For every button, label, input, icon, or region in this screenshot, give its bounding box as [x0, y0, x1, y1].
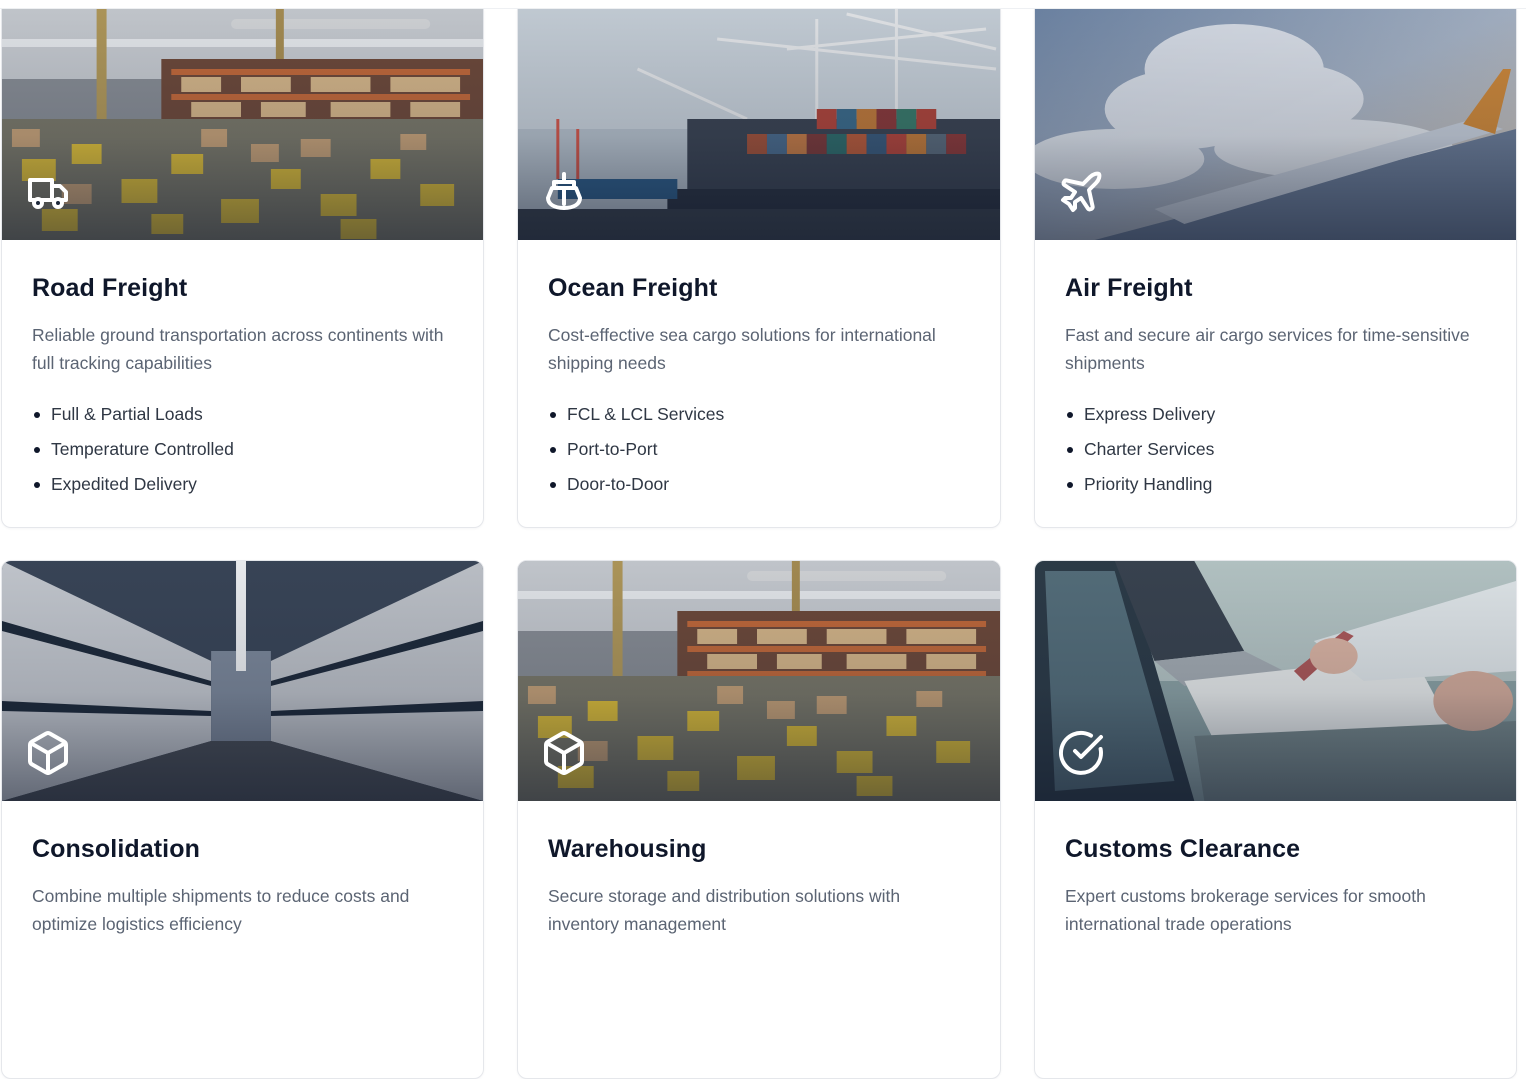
- service-title: Ocean Freight: [548, 274, 718, 302]
- image-overlay: [2, 561, 483, 801]
- service-title: Warehousing: [548, 835, 707, 863]
- service-card-air-freight[interactable]: Air Freight Fast and secure air cargo se…: [1034, 9, 1517, 528]
- bullet-icon: [34, 411, 40, 418]
- service-description: Secure storage and distribution solution…: [548, 886, 901, 934]
- image-overlay: [1035, 561, 1516, 801]
- ship-icon: [540, 168, 588, 216]
- service-feature-list: FCL & LCL Services Port-to-Port Door-to-…: [548, 397, 970, 502]
- feature-item: Expedited Delivery: [32, 467, 453, 502]
- feature-item: Priority Handling: [1065, 467, 1486, 502]
- service-card-consolidation[interactable]: Consolidation Combine multiple shipments…: [1, 560, 484, 1079]
- service-description: Fast and secure air cargo services for t…: [1065, 325, 1470, 373]
- service-card-warehousing[interactable]: Warehousing Secure storage and distribut…: [517, 560, 1001, 1079]
- image-overlay: [2, 9, 483, 240]
- service-description: Reliable ground transportation across co…: [32, 325, 444, 373]
- service-card-road-freight[interactable]: Road Freight Reliable ground transportat…: [1, 9, 484, 528]
- bullet-icon: [1067, 411, 1073, 418]
- bullet-icon: [34, 481, 40, 488]
- service-title: Air Freight: [1065, 274, 1193, 302]
- bullet-icon: [550, 411, 556, 418]
- feature-item: Full & Partial Loads: [32, 397, 453, 432]
- feature-label: Temperature Controlled: [51, 439, 234, 459]
- feature-item: Door-to-Door: [548, 467, 970, 502]
- service-description: Expert customs brokerage services for sm…: [1065, 886, 1426, 934]
- bullet-icon: [550, 446, 556, 453]
- image-overlay: [1035, 9, 1516, 240]
- feature-label: Priority Handling: [1084, 474, 1213, 494]
- service-card-ocean-freight[interactable]: Ocean Freight Cost-effective sea cargo s…: [517, 9, 1001, 528]
- image-overlay: [518, 9, 1000, 240]
- service-image-port: [518, 9, 1000, 240]
- feature-label: Port-to-Port: [567, 439, 658, 459]
- service-image-office: [1035, 561, 1516, 801]
- feature-label: Door-to-Door: [567, 474, 670, 494]
- plane-icon: [1057, 168, 1105, 216]
- feature-item: Temperature Controlled: [32, 432, 453, 467]
- feature-label: Charter Services: [1084, 439, 1215, 459]
- service-title: Customs Clearance: [1065, 835, 1301, 863]
- feature-item: Charter Services: [1065, 432, 1486, 467]
- bullet-icon: [550, 481, 556, 488]
- feature-label: Express Delivery: [1084, 404, 1216, 424]
- truck-icon: [24, 168, 72, 216]
- feature-label: FCL & LCL Services: [567, 404, 725, 424]
- service-description: Cost-effective sea cargo solutions for i…: [548, 325, 936, 373]
- services-grid: Road Freight Reliable ground transportat…: [1, 9, 1517, 1079]
- feature-label: Full & Partial Loads: [51, 404, 203, 424]
- service-title: Consolidation: [32, 835, 200, 863]
- bullet-icon: [34, 446, 40, 453]
- bullet-icon: [1067, 446, 1073, 453]
- service-description: Combine multiple shipments to reduce cos…: [32, 886, 410, 934]
- service-image-warehouse: [2, 9, 483, 240]
- bullet-icon: [1067, 481, 1073, 488]
- service-feature-list: Full & Partial Loads Temperature Control…: [32, 397, 453, 502]
- image-overlay: [518, 561, 1000, 801]
- service-title: Road Freight: [32, 274, 188, 302]
- feature-item: Port-to-Port: [548, 432, 970, 467]
- service-image-warehouse: [518, 561, 1000, 801]
- service-feature-list: Express Delivery Charter Services Priori…: [1065, 397, 1486, 502]
- service-card-customs-clearance[interactable]: Customs Clearance Expert customs brokera…: [1034, 560, 1517, 1079]
- package-icon: [540, 729, 588, 777]
- check-circle-icon: [1057, 729, 1105, 777]
- feature-item: Express Delivery: [1065, 397, 1486, 432]
- service-image-aisle: [2, 561, 483, 801]
- feature-label: Expedited Delivery: [51, 474, 197, 494]
- feature-item: FCL & LCL Services: [548, 397, 970, 432]
- package-icon: [24, 729, 72, 777]
- service-image-sky: [1035, 9, 1516, 240]
